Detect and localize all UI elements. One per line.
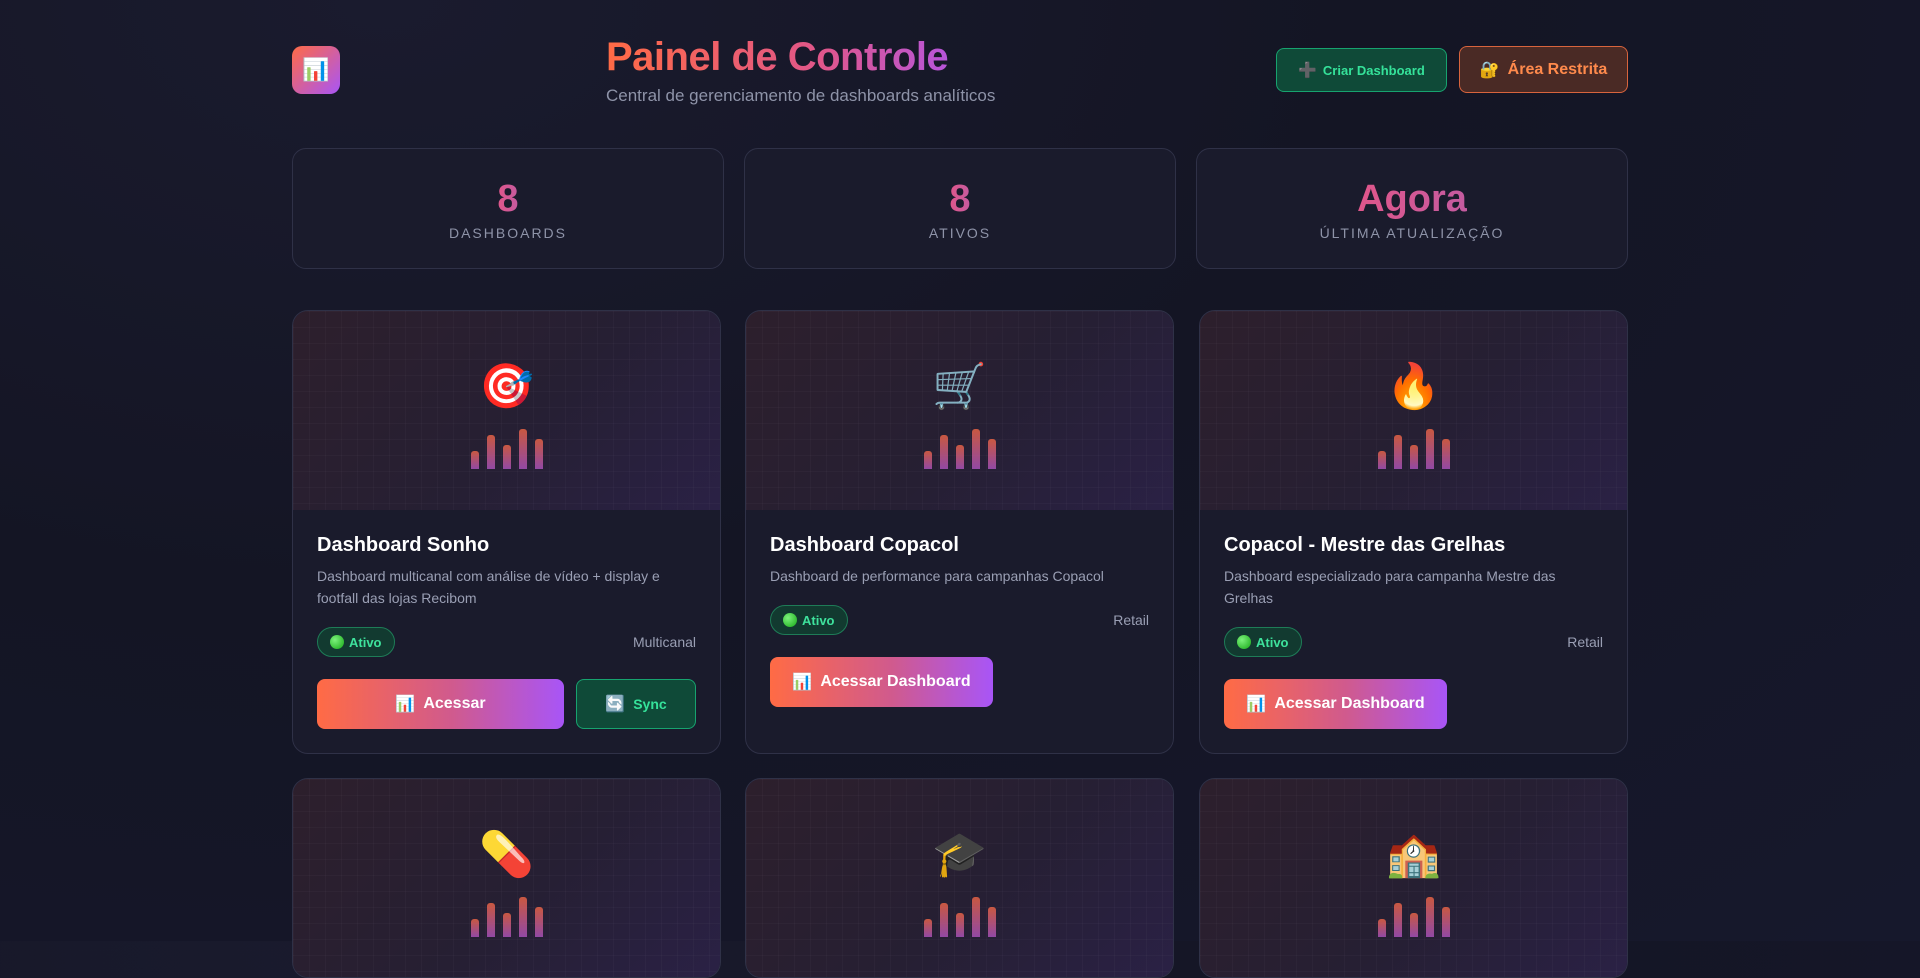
dashboard-card-mestre-grelhas: 🔥 Copacol - Mestre das Grelhas Dashboard… bbox=[1199, 310, 1628, 754]
card-body: Copacol - Mestre das Grelhas Dashboard e… bbox=[1200, 510, 1627, 753]
card-hero: 💊 bbox=[293, 779, 720, 977]
category-label: Multicanal bbox=[632, 634, 696, 650]
category-label: Retail bbox=[1113, 612, 1149, 628]
card-title: Dashboard Sonho bbox=[317, 534, 490, 556]
header: 📊 Painel de Controle Central de gerencia… bbox=[292, 0, 1628, 140]
stats-row: 8 Dashboards 8 Ativos Agora Última Atual… bbox=[292, 148, 1628, 269]
category-label: Retail bbox=[1567, 634, 1603, 650]
stat-value: 8 bbox=[497, 177, 519, 220]
stat-last-update: Agora Última Atualização bbox=[1196, 148, 1628, 269]
card-description: Dashboard especializado para campanha Me… bbox=[1224, 568, 1556, 606]
stat-dashboards: 8 Dashboards bbox=[292, 148, 724, 269]
status-badge: Ativo bbox=[317, 627, 395, 657]
create-dashboard-button[interactable]: ➕ Criar Dashboard bbox=[1276, 48, 1447, 92]
status-label: Ativo bbox=[1256, 634, 1289, 650]
school-icon: 🏫 bbox=[1386, 830, 1441, 879]
card-meta: Ativo Multicanal bbox=[317, 627, 696, 657]
dashboard-card-school: 🏫 bbox=[1199, 778, 1628, 978]
stat-value: 8 bbox=[949, 177, 971, 220]
card-actions: 📊 Acessar Dashboard bbox=[1224, 679, 1603, 729]
card-actions: 📊 Acessar Dashboard bbox=[770, 657, 1149, 707]
access-label: Acessar Dashboard bbox=[820, 673, 971, 690]
status-label: Ativo bbox=[349, 634, 382, 650]
target-icon: 🎯 bbox=[479, 362, 534, 411]
page-subtitle: Central de gerenciamento de dashboards a… bbox=[606, 86, 996, 105]
mini-bars-icon bbox=[1377, 429, 1458, 469]
green-dot-icon bbox=[1237, 635, 1251, 649]
create-dashboard-label: Criar Dashboard bbox=[1322, 62, 1425, 78]
status-badge: Ativo bbox=[1224, 627, 1302, 657]
access-dashboard-button[interactable]: 📊 Acessar Dashboard bbox=[1224, 679, 1447, 729]
chart-icon: 📊 bbox=[792, 674, 813, 691]
card-description: Dashboard de performance para campanhas … bbox=[770, 568, 1104, 584]
card-title: Copacol - Mestre das Grelhas bbox=[1224, 534, 1506, 556]
card-hero: 🔥 bbox=[1200, 311, 1627, 510]
dashboard-card-copacol: 🛒 Dashboard Copacol Dashboard de perform… bbox=[745, 310, 1174, 754]
page-title: Painel de Controle bbox=[606, 34, 995, 80]
lock-key-icon: 🔐 bbox=[1479, 61, 1500, 79]
dashboard-card-pharma: 💊 bbox=[292, 778, 721, 978]
card-hero: 🛒 bbox=[746, 311, 1173, 510]
sync-icon: 🔄 bbox=[605, 696, 626, 713]
title-block: Painel de Controle Central de gerenciame… bbox=[606, 34, 995, 106]
green-dot-icon bbox=[783, 613, 797, 627]
logo-chart-icon: 📊 bbox=[292, 46, 340, 94]
dashboard-card-sonho: 🎯 Dashboard Sonho Dashboard multicanal c… bbox=[292, 310, 721, 754]
sync-label: Sync bbox=[633, 696, 667, 712]
stat-label: Ativos bbox=[928, 224, 992, 241]
access-button[interactable]: 📊 Acessar bbox=[317, 679, 564, 729]
card-hero: 🏫 bbox=[1200, 779, 1627, 977]
restricted-area-label: Área Restrita bbox=[1507, 60, 1608, 78]
status-label: Ativo bbox=[802, 612, 835, 628]
graduation-cap-icon: 🎓 bbox=[932, 830, 987, 879]
card-body: Dashboard Copacol Dashboard de performan… bbox=[746, 510, 1173, 731]
card-description: Dashboard multicanal com análise de víde… bbox=[317, 568, 660, 606]
mini-bars-icon bbox=[470, 897, 551, 937]
green-dot-icon bbox=[330, 635, 344, 649]
stat-label: Última Atualização bbox=[1319, 224, 1505, 241]
card-meta: Ativo Retail bbox=[1224, 627, 1603, 657]
chart-icon: 📊 bbox=[395, 696, 416, 713]
card-body: Dashboard Sonho Dashboard multicanal com… bbox=[293, 510, 720, 753]
mini-bars-icon bbox=[923, 897, 1004, 937]
mini-bars-icon bbox=[1377, 897, 1458, 937]
access-label: Acessar Dashboard bbox=[1274, 695, 1425, 712]
card-hero: 🎯 bbox=[293, 311, 720, 510]
status-badge: Ativo bbox=[770, 605, 848, 635]
mini-bars-icon bbox=[923, 429, 1004, 469]
card-hero: 🎓 bbox=[746, 779, 1173, 977]
dashboard-card-education: 🎓 bbox=[745, 778, 1174, 978]
page: 📊 Painel de Controle Central de gerencia… bbox=[292, 0, 1628, 978]
card-title: Dashboard Copacol bbox=[770, 534, 959, 556]
shopping-cart-icon: 🛒 bbox=[932, 362, 987, 411]
access-dashboard-button[interactable]: 📊 Acessar Dashboard bbox=[770, 657, 993, 707]
pill-icon: 💊 bbox=[479, 830, 534, 879]
access-label: Acessar bbox=[423, 695, 486, 712]
stat-value: Agora bbox=[1357, 177, 1467, 220]
plus-icon: ➕ bbox=[1298, 62, 1317, 79]
chart-icon: 📊 bbox=[1246, 696, 1267, 713]
restricted-area-button[interactable]: 🔐 Área Restrita bbox=[1459, 46, 1628, 93]
card-meta: Ativo Retail bbox=[770, 605, 1149, 635]
card-actions: 📊 Acessar 🔄 Sync bbox=[317, 679, 696, 729]
sync-button[interactable]: 🔄 Sync bbox=[576, 679, 696, 729]
stat-label: Dashboards bbox=[448, 224, 568, 241]
mini-bars-icon bbox=[470, 429, 551, 469]
stat-active: 8 Ativos bbox=[744, 148, 1176, 269]
fire-icon: 🔥 bbox=[1386, 362, 1441, 411]
